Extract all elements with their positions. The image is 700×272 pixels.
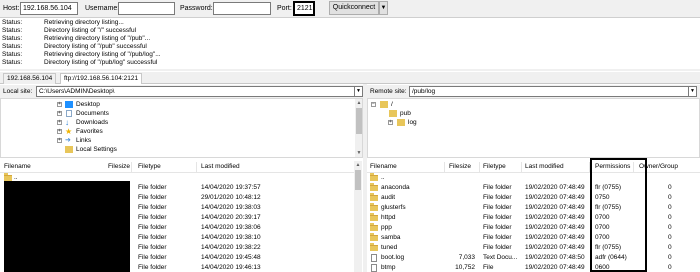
documents-icon [66,110,72,117]
tab-server-1[interactable]: 192.168.56.104 [3,73,57,84]
folder-icon [370,243,378,251]
password-input[interactable] [213,2,271,15]
scroll-thumb[interactable] [356,108,362,134]
folder-icon [380,101,388,108]
password-label: Password: [180,5,213,12]
expand-icon[interactable]: + [388,120,393,125]
table-row[interactable]: glusterfs File folder 19/02/2020 07:48:4… [367,203,700,213]
links-icon: ➜ [65,137,71,144]
permissions-highlight-box [590,158,647,272]
port-input[interactable]: 2121 [293,1,315,16]
scroll-up-icon[interactable]: ▲ [354,161,362,169]
scroll-down-icon[interactable]: ▼ [355,149,362,157]
remote-list-header: Filename Filesize Filetype Last modified… [367,161,700,173]
log-line: Status: Directory listing of "/" successf… [2,27,137,34]
table-row[interactable]: anaconda File folder 19/02/2020 07:48:49… [367,183,700,193]
expand-icon[interactable]: + [57,120,62,125]
expand-icon[interactable]: + [57,102,62,107]
collapse-icon[interactable]: − [371,102,376,107]
username-input[interactable] [118,2,175,15]
table-row[interactable]: ppp File folder 19/02/2020 07:48:49 0700… [367,223,700,233]
quickconnect-button[interactable]: Quickconnect [329,1,379,15]
column-filetype[interactable]: Filetype [138,163,161,171]
remote-file-list[interactable]: Filename Filesize Filetype Last modified… [367,161,700,272]
host-label: Host: [3,5,20,12]
folder-icon [397,119,405,126]
table-row[interactable]: .. [367,173,700,183]
message-log[interactable]: Status: Retrieving directory listing... S… [0,17,700,69]
local-site-label: Local site: [3,88,33,95]
log-line: Status: Retrieving directory listing of "… [2,35,151,42]
table-row[interactable]: httpd File folder 19/02/2020 07:48:49 07… [367,213,700,223]
column-filesize[interactable]: Filesize [449,163,471,171]
quickconnect-dropdown-icon[interactable]: ▼ [379,1,388,15]
host-input[interactable]: 192.168.56.104 [20,2,78,15]
connection-tabs: 192.168.56.104 ftp://192.168.56.104:2121 [0,72,700,84]
log-line: Status: Directory listing of "/pub/log" s… [2,59,158,66]
star-icon: ★ [65,127,73,136]
folder-icon [370,223,378,231]
column-filetype[interactable]: Filetype [483,163,506,171]
scroll-up-icon[interactable]: ▲ [355,99,362,107]
table-row[interactable]: audit File folder 19/02/2020 07:48:49 07… [367,193,700,203]
log-line: Status: Directory listing of "/pub" succe… [2,43,147,50]
table-row[interactable]: samba File folder 19/02/2020 07:48:49 07… [367,233,700,243]
folder-icon [370,173,378,181]
local-site-bar: Local site: C:\Users\ADMIN\Desktop\ ▼ [0,85,363,98]
column-filesize[interactable]: Filesize [108,163,130,171]
folder-icon [370,193,378,201]
text-file-icon [371,254,377,262]
folder-icon [370,183,378,191]
expand-icon[interactable]: + [57,138,62,143]
folder-icon [65,146,73,153]
quickconnect-bar: Host: 192.168.56.104 Username: Password:… [0,0,700,17]
redaction-block [4,181,130,272]
port-label: Port: [277,5,292,12]
remote-site-bar: Remote site: /pub/log ▼ [367,85,700,98]
column-filename[interactable]: Filename [4,163,31,171]
local-site-input[interactable]: C:\Users\ADMIN\Desktop\ [36,86,355,97]
remote-site-dropdown-icon[interactable]: ▼ [689,86,697,97]
local-tree-scrollbar[interactable]: ▲ ▼ [355,99,362,157]
remote-directory-tree[interactable]: − / pub + log [367,98,700,158]
expand-icon[interactable]: + [57,129,62,134]
column-last-modified[interactable]: Last modified [201,163,240,171]
column-filename[interactable]: Filename [370,163,397,171]
local-list-scrollbar[interactable]: ▲ [354,161,362,272]
remote-site-input[interactable]: /pub/log [409,86,689,97]
table-row[interactable]: btmp 10,752 File 19/02/2020 07:48:49 060… [367,263,700,272]
local-site-dropdown-icon[interactable]: ▼ [355,86,363,97]
folder-icon [370,233,378,241]
folder-icon [370,203,378,211]
folder-icon [389,110,397,117]
scroll-thumb[interactable] [355,170,361,190]
local-list-header: Filename Filesize Filetype Last modified [0,161,354,173]
column-last-modified[interactable]: Last modified [525,163,564,171]
folder-icon [370,213,378,221]
remote-site-label: Remote site: [370,88,407,95]
expand-icon[interactable]: + [57,111,62,116]
file-icon [371,264,377,272]
tab-server-2[interactable]: ftp://192.168.56.104:2121 [60,73,143,84]
downloads-icon: ↓ [65,118,69,127]
log-separator[interactable] [0,69,700,71]
desktop-icon [65,101,73,108]
log-line: Status: Retrieving directory listing... [2,19,124,26]
log-line: Status: Retrieving directory listing of "… [2,51,161,58]
username-label: Username: [85,5,120,12]
table-row[interactable]: boot.log 7,033 Text Docu... 19/02/2020 0… [367,253,700,263]
table-row[interactable]: tuned File folder 19/02/2020 07:48:49 fl… [367,243,700,253]
local-directory-tree[interactable]: + Desktop + Documents + ↓ Downloads + ★ … [0,98,363,158]
